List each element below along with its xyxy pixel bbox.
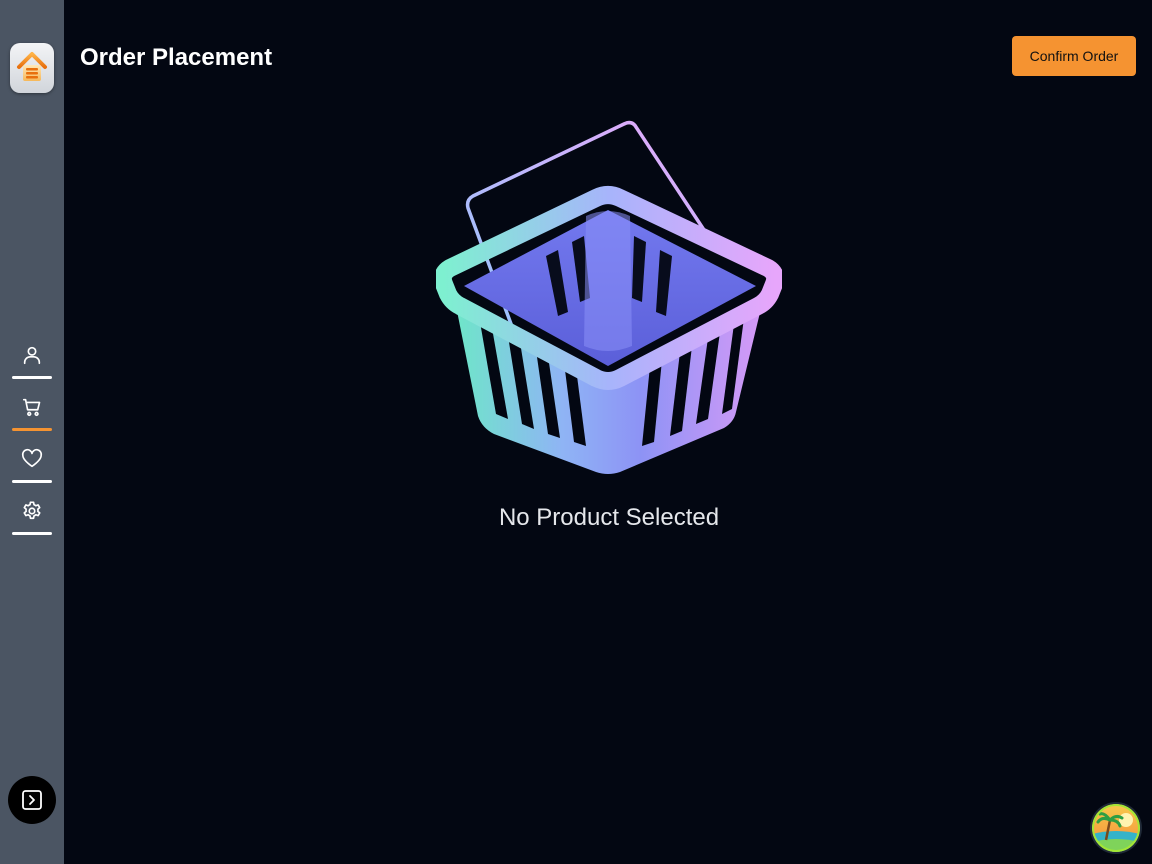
home-logo-icon	[17, 52, 47, 81]
nav-underline	[12, 480, 52, 483]
empty-state-message: No Product Selected	[498, 504, 720, 531]
cart-icon	[22, 398, 41, 417]
nav-underline-active	[12, 428, 52, 431]
sidebar-item-favorites[interactable]	[12, 442, 52, 494]
empty-state: No Product Selected	[436, 116, 782, 546]
confirm-order-button[interactable]: Confirm Order	[1012, 36, 1136, 76]
user-avatar[interactable]	[1092, 804, 1140, 852]
sidebar-item-cart[interactable]	[12, 390, 52, 442]
sidebar-item-settings[interactable]	[12, 494, 52, 546]
nav-underline	[12, 376, 52, 379]
page-title: Order Placement	[80, 44, 273, 71]
gear-icon	[23, 501, 41, 520]
app-logo[interactable]	[10, 43, 54, 93]
nav-underline	[12, 532, 52, 535]
heart-icon	[21, 448, 43, 468]
basket-icon	[436, 120, 782, 474]
sidebar-nav	[12, 338, 52, 546]
user-icon	[23, 346, 41, 365]
beach-avatar	[1092, 804, 1140, 852]
expand-panel-icon	[22, 790, 42, 810]
app-root: Order Placement Confirm Order No Product…	[0, 0, 1152, 864]
expand-sidebar-button[interactable]	[8, 776, 56, 824]
sidebar-item-profile[interactable]	[12, 338, 52, 390]
sidebar	[0, 0, 64, 864]
